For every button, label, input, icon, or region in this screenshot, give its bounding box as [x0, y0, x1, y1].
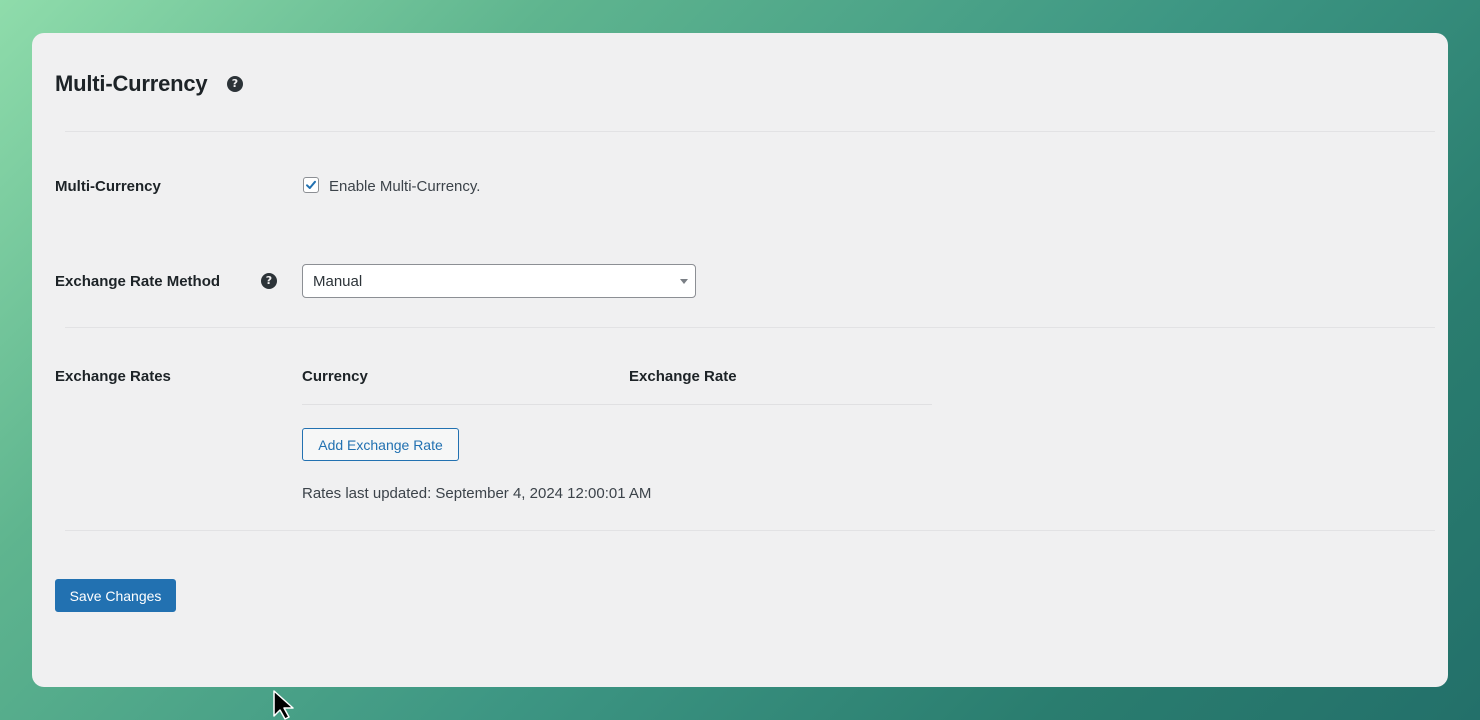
selected-value: Manual	[313, 273, 363, 290]
checkmark-icon	[306, 180, 316, 189]
exchange-rate-method-select[interactable]: Manual	[302, 264, 696, 298]
currency-column-header: Currency	[302, 368, 368, 385]
mouse-cursor-icon	[273, 690, 294, 720]
section-divider	[65, 327, 1435, 328]
enable-multi-currency-label[interactable]: Enable Multi-Currency.	[329, 178, 480, 195]
multi-currency-label: Multi-Currency	[55, 178, 161, 195]
settings-panel: Multi-Currency ? Multi-Currency Enable M…	[32, 33, 1448, 687]
page-title: Multi-Currency	[55, 71, 208, 96]
question-circle-icon[interactable]: ?	[227, 76, 243, 92]
question-circle-icon[interactable]: ?	[261, 273, 277, 289]
enable-multi-currency-checkbox[interactable]	[303, 177, 319, 193]
exchange-rates-label: Exchange Rates	[55, 368, 171, 385]
section-divider	[65, 131, 1435, 132]
exchange-rate-method-label: Exchange Rate Method	[55, 273, 221, 290]
section-divider	[65, 530, 1435, 531]
save-changes-button[interactable]: Save Changes	[55, 579, 176, 612]
exchange-rate-column-header: Exchange Rate	[629, 368, 737, 385]
rates-last-updated-text: Rates last updated: September 4, 2024 12…	[302, 485, 652, 502]
chevron-down-icon	[680, 279, 688, 284]
table-divider	[302, 404, 932, 405]
add-exchange-rate-button[interactable]: Add Exchange Rate	[302, 428, 459, 461]
